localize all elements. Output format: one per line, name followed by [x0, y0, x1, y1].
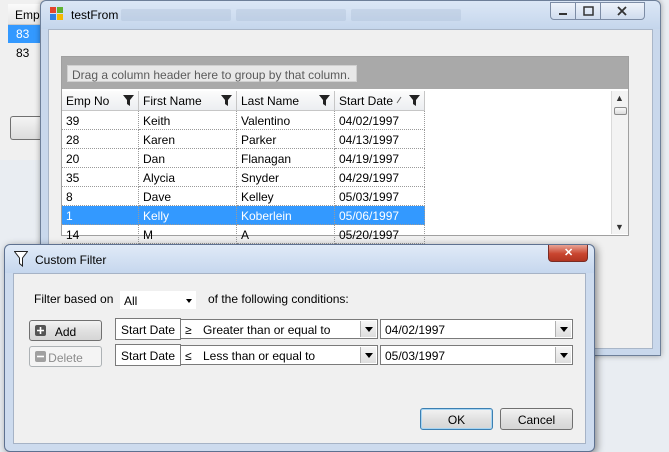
column-headers: Emp No First Name Last Name Start Date: [62, 91, 612, 111]
table-cell[interactable]: Kelley: [237, 187, 335, 206]
column-header-last-name[interactable]: Last Name: [237, 91, 335, 111]
main-close-button[interactable]: [600, 2, 645, 20]
table-cell[interactable]: 39: [62, 111, 139, 130]
condition-2-field[interactable]: Start Date: [115, 344, 181, 366]
column-header-start-date[interactable]: Start Date: [335, 91, 425, 111]
table-cell[interactable]: 05/06/1997: [335, 206, 425, 225]
table-cell[interactable]: 04/29/1997: [335, 168, 425, 187]
delete-condition-button[interactable]: Delete: [29, 346, 102, 367]
funnel-icon: [14, 251, 28, 267]
table-cell[interactable]: A: [237, 225, 335, 244]
close-icon: ✕: [564, 247, 574, 259]
scroll-down-icon[interactable]: ▼: [615, 222, 624, 232]
data-grid: Drag a column header here to group by th…: [61, 56, 629, 244]
minimize-button[interactable]: [550, 2, 576, 20]
app-icon: [50, 7, 63, 20]
dialog-client-area: Filter based on All of the following con…: [13, 273, 586, 444]
chevron-down-icon[interactable]: [555, 347, 571, 363]
table-cell[interactable]: Koberlein: [237, 206, 335, 225]
table-cell[interactable]: 14: [62, 225, 139, 244]
table-cell[interactable]: Alycia: [139, 168, 237, 187]
table-cell[interactable]: 04/02/1997: [335, 111, 425, 130]
scroll-thumb[interactable]: [614, 107, 627, 115]
table-cell[interactable]: 04/19/1997: [335, 149, 425, 168]
table-cell[interactable]: Valentino: [237, 111, 335, 130]
table-cell[interactable]: 05/03/1997: [335, 187, 425, 206]
ghost-toolbar: [236, 9, 346, 21]
custom-filter-dialog: Custom Filter ✕ Filter based on All of t…: [4, 244, 595, 452]
filter-icon[interactable]: [409, 95, 420, 106]
condition-2-value-select[interactable]: 05/03/1997: [380, 345, 573, 365]
chevron-down-icon[interactable]: [360, 347, 376, 363]
filter-based-on-select[interactable]: All: [120, 291, 196, 309]
filter-icon[interactable]: [123, 95, 134, 106]
table-cell[interactable]: Dave: [139, 187, 237, 206]
table-cell[interactable]: Keith: [139, 111, 237, 130]
table-cell[interactable]: 28: [62, 130, 139, 149]
add-condition-button[interactable]: Add: [29, 320, 102, 341]
column-header-emp-no[interactable]: Emp No: [62, 91, 139, 111]
table-cell[interactable]: 1: [62, 206, 139, 225]
filter-icon[interactable]: [221, 95, 232, 106]
table-row[interactable]: 1 Kelly Koberlein 05/06/1997: [62, 206, 425, 225]
grid-vertical-scrollbar[interactable]: ▲ ▼: [611, 91, 628, 234]
chevron-down-icon: [186, 299, 192, 303]
maximize-button[interactable]: [575, 2, 601, 20]
table-cell[interactable]: Dan: [139, 149, 237, 168]
group-by-panel[interactable]: Drag a column header here to group by th…: [62, 57, 628, 89]
table-cell[interactable]: 20: [62, 149, 139, 168]
table-row[interactable]: 28 Karen Parker 04/13/1997: [62, 130, 425, 149]
cancel-button[interactable]: Cancel: [500, 408, 573, 430]
table-cell[interactable]: Karen: [139, 130, 237, 149]
operator-symbol: ≥: [185, 323, 192, 337]
table-row[interactable]: 14 M A 05/20/1997: [62, 225, 425, 244]
chevron-down-icon[interactable]: [360, 321, 376, 337]
ok-button[interactable]: OK: [420, 408, 493, 430]
table-cell[interactable]: Kelly: [139, 206, 237, 225]
dialog-close-button[interactable]: ✕: [548, 245, 588, 262]
chevron-down-icon[interactable]: [555, 321, 571, 337]
dialog-title: Custom Filter: [35, 253, 107, 267]
condition-1-operator-select[interactable]: ≥ Greater than or equal to: [180, 319, 378, 339]
table-cell[interactable]: 8: [62, 187, 139, 206]
ghost-toolbar: [351, 9, 461, 21]
column-header-first-name[interactable]: First Name: [139, 91, 237, 111]
main-titlebar[interactable]: testFrom: [41, 1, 660, 29]
conditions-label: of the following conditions:: [208, 292, 349, 306]
table-row[interactable]: 20 Dan Flanagan 04/19/1997: [62, 149, 425, 168]
group-by-hint: Drag a column header here to group by th…: [67, 65, 358, 82]
table-cell[interactable]: 35: [62, 168, 139, 187]
dialog-titlebar[interactable]: Custom Filter ✕: [5, 245, 594, 273]
condition-2-operator-select[interactable]: ≤ Less than or equal to: [180, 345, 378, 365]
scroll-up-icon[interactable]: ▲: [615, 93, 624, 103]
close-icon: [617, 6, 627, 16]
table-row[interactable]: 35 Alycia Snyder 04/29/1997: [62, 168, 425, 187]
filter-based-on-label: Filter based on: [34, 292, 114, 306]
table-cell[interactable]: Parker: [237, 130, 335, 149]
table-row[interactable]: 8 Dave Kelley 05/03/1997: [62, 187, 425, 206]
operator-symbol: ≤: [185, 349, 192, 363]
maximize-icon: [583, 6, 594, 16]
ghost-toolbar: [121, 9, 231, 21]
table-cell[interactable]: Flanagan: [237, 149, 335, 168]
filter-icon[interactable]: [319, 95, 330, 106]
table-cell[interactable]: M: [139, 225, 237, 244]
condition-1-field[interactable]: Start Date: [115, 318, 181, 340]
table-cell[interactable]: Snyder: [237, 168, 335, 187]
table-row[interactable]: 39 Keith Valentino 04/02/1997: [62, 111, 425, 130]
sort-icon: [396, 96, 402, 104]
table-cell[interactable]: 05/20/1997: [335, 225, 425, 244]
table-cell[interactable]: 04/13/1997: [335, 130, 425, 149]
condition-1-value-select[interactable]: 04/02/1997: [380, 319, 573, 339]
minimize-icon: [559, 13, 567, 15]
window-title: testFrom: [71, 8, 119, 22]
